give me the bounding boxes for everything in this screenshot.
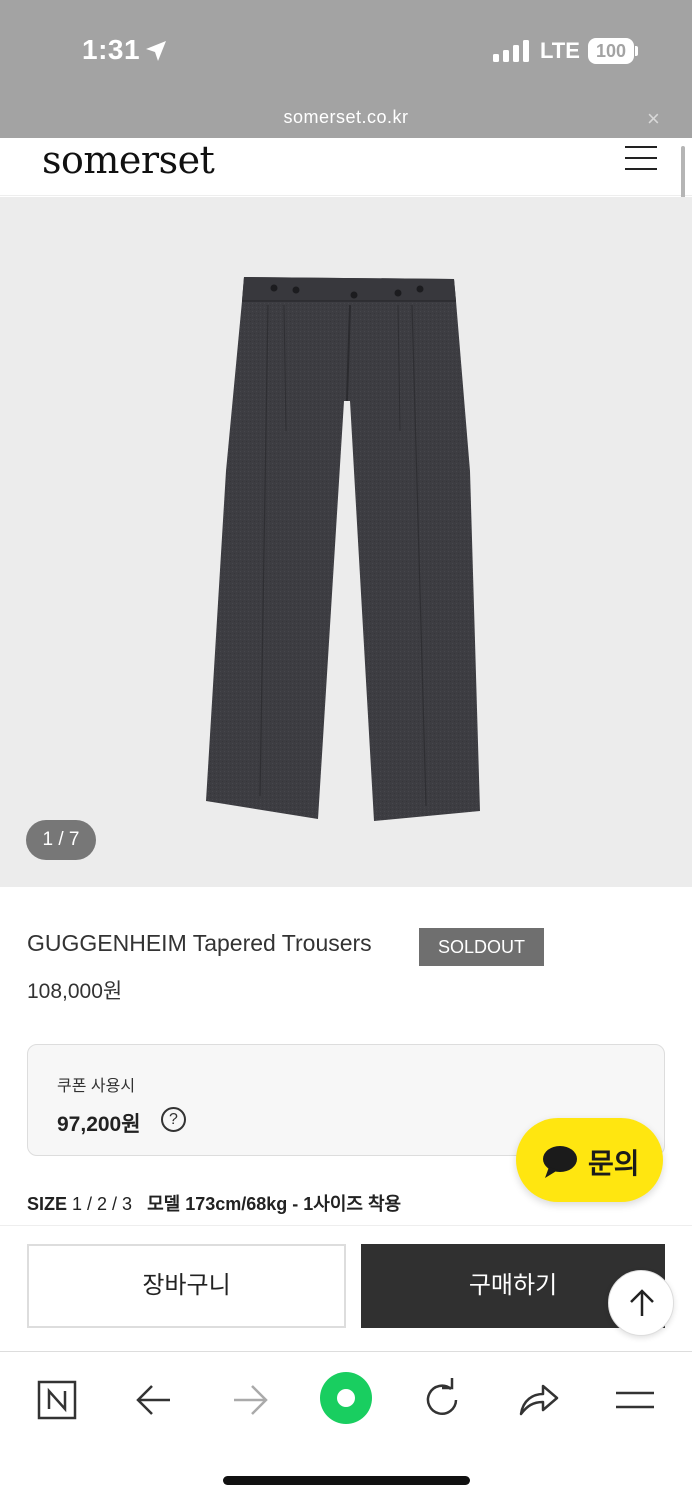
back-icon[interactable]	[130, 1376, 178, 1424]
coupon-price: 97,200원	[57, 1113, 141, 1136]
forward-icon[interactable]	[226, 1376, 274, 1424]
add-to-cart-button[interactable]: 장바구니	[27, 1244, 346, 1328]
purchase-action-bar: 장바구니 구매하기	[0, 1225, 692, 1350]
size-label: SIZE	[27, 1194, 68, 1214]
cell-signal-icon	[493, 40, 529, 62]
scroll-to-top-button[interactable]	[608, 1270, 674, 1336]
green-dot-icon[interactable]	[318, 1370, 374, 1426]
size-options: 1 / 2 / 3	[72, 1194, 133, 1214]
menu-line	[625, 168, 657, 170]
arrow-up-icon	[630, 1289, 654, 1316]
menu-line	[625, 146, 657, 148]
menu-icon[interactable]	[611, 1376, 659, 1424]
product-price: 108,000원	[27, 980, 123, 1003]
product-name: GUGGENHEIM Tapered Trousers	[27, 930, 372, 956]
size-info: SIZE 1 / 2 / 3 모델 173cm/68kg - 1사이즈 착용	[27, 1190, 401, 1216]
coupon-label: 쿠폰 사용시	[57, 1078, 136, 1095]
status-bar: 1:31 LTE 100 somerset.co.kr ×	[0, 0, 692, 138]
close-icon[interactable]: ×	[647, 106, 660, 132]
network-label: LTE	[540, 38, 580, 63]
product-image-gallery[interactable]: 1 / 7	[0, 197, 692, 887]
url-bar[interactable]: somerset.co.kr	[0, 107, 692, 128]
chat-bubble-icon	[543, 1146, 577, 1178]
menu-line	[625, 157, 657, 159]
soldout-badge: SOLDOUT	[419, 928, 544, 966]
share-icon[interactable]	[515, 1376, 563, 1424]
naver-icon[interactable]	[33, 1376, 81, 1424]
reload-icon[interactable]	[418, 1376, 466, 1424]
image-counter: 1 / 7	[26, 820, 96, 860]
help-question-icon[interactable]: ?	[161, 1107, 186, 1132]
location-arrow-icon	[146, 41, 166, 61]
hamburger-menu-button[interactable]	[625, 146, 657, 174]
model-info: 모델 173cm/68kg - 1사이즈 착용	[147, 1194, 402, 1214]
battery-tip	[635, 46, 638, 56]
site-header: somerset	[0, 138, 692, 196]
product-image-trousers	[206, 277, 480, 821]
battery-icon: 100	[588, 38, 634, 64]
home-indicator	[223, 1476, 470, 1485]
kakao-inquiry-button[interactable]: 문의	[516, 1118, 663, 1202]
site-logo[interactable]: somerset	[42, 138, 215, 182]
inquiry-label: 문의	[588, 1148, 640, 1179]
status-time: 1:31	[82, 34, 141, 65]
